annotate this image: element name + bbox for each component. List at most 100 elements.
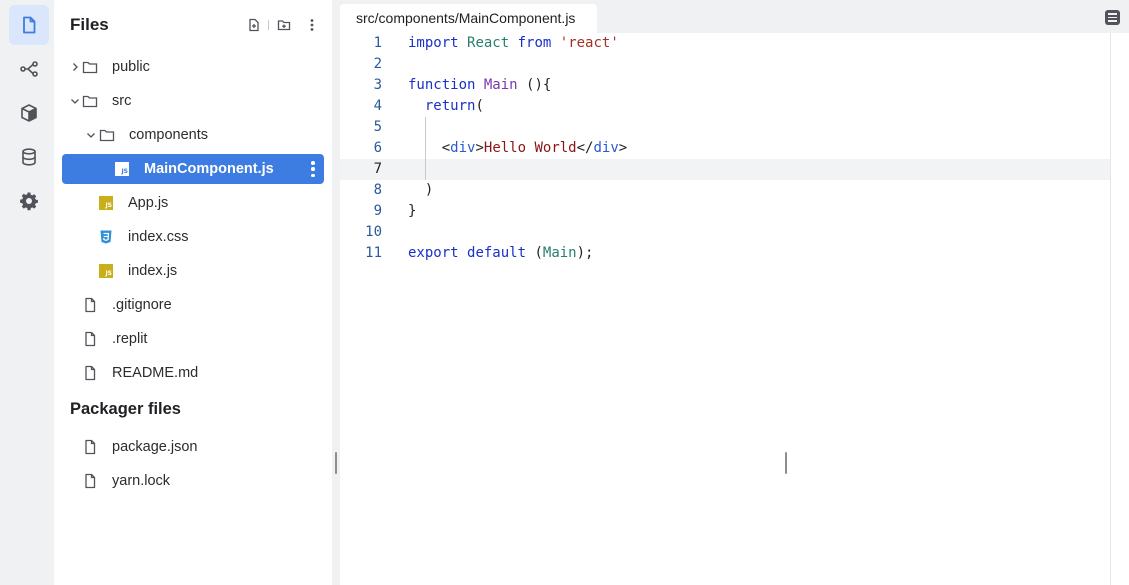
- rail-files-button[interactable]: [9, 5, 49, 45]
- code-token: (: [526, 245, 543, 261]
- activity-rail: [0, 0, 58, 585]
- line-number: 10: [365, 224, 382, 240]
- code-token: React: [467, 35, 510, 51]
- code-line[interactable]: 3 function Main (){: [340, 75, 1110, 96]
- tree-item-label: package.json: [112, 439, 198, 455]
- code-token: </: [576, 140, 594, 156]
- line-number: 11: [365, 245, 382, 261]
- file-icon: [82, 365, 98, 381]
- js-file-icon: JS: [114, 161, 130, 177]
- code-text: export default (Main);: [408, 243, 593, 264]
- tree-item-label: index.js: [128, 263, 178, 279]
- code-token: (){: [517, 77, 552, 93]
- packager-files-title: Packager files: [70, 400, 181, 418]
- line-number: 5: [373, 119, 382, 135]
- new-file-button[interactable]: [246, 17, 262, 33]
- tree-item-components[interactable]: components: [62, 120, 324, 150]
- code-token: Main: [542, 245, 577, 261]
- code-token: Main: [483, 77, 518, 93]
- code-token: <: [441, 140, 451, 156]
- code-line[interactable]: 4 return(: [340, 96, 1110, 117]
- tree-item-yarn-lock[interactable]: yarn.lock: [62, 466, 324, 496]
- code-token: default: [467, 245, 527, 261]
- code-line[interactable]: 10: [340, 222, 1110, 243]
- chevron-down-icon[interactable]: [86, 128, 96, 142]
- chevron-right-icon[interactable]: [70, 60, 80, 74]
- new-folder-button[interactable]: [276, 17, 292, 33]
- tree-item-package-json[interactable]: package.json: [62, 432, 324, 462]
- line-number: 7: [373, 161, 382, 177]
- editor-menu-button[interactable]: [1105, 10, 1120, 25]
- files-menu-button[interactable]: [304, 17, 320, 33]
- editor-tab[interactable]: src/components/MainComponent.js: [340, 4, 597, 33]
- new-file-icon: [249, 18, 259, 32]
- tree-item-readme-md[interactable]: README.md: [62, 358, 324, 388]
- file-icon: [82, 331, 98, 347]
- code-token: Hello World: [483, 140, 577, 156]
- code-line[interactable]: 5: [340, 117, 1110, 138]
- code-token: 'react': [559, 35, 619, 51]
- code-token: export: [408, 245, 459, 261]
- panel-resize-handle[interactable]: [332, 0, 340, 585]
- code-text: <div>Hello World</div>: [408, 138, 627, 159]
- tree-item-label: README.md: [112, 365, 199, 381]
- kebab-menu-icon: [310, 19, 314, 31]
- tree-item-label: .replit: [112, 331, 148, 347]
- tree-item-src[interactable]: src: [62, 86, 324, 116]
- rail-database-button[interactable]: [9, 137, 49, 177]
- line-number: 6: [373, 140, 382, 156]
- version-control-icon: [20, 61, 38, 77]
- chevron-down-icon[interactable]: [70, 94, 80, 108]
- code-line[interactable]: 6 <div>Hello World</div>: [340, 138, 1110, 159]
- tree-item-label: App.js: [128, 195, 169, 211]
- file-icon: [82, 297, 98, 313]
- code-token: from: [517, 35, 552, 51]
- files-title: Files: [70, 15, 109, 34]
- code-line[interactable]: 11 export default (Main);: [340, 243, 1110, 264]
- tree-item-gitignore[interactable]: .gitignore: [62, 290, 324, 320]
- line-number: 4: [373, 98, 382, 114]
- rail-packages-button[interactable]: [9, 93, 49, 133]
- code-area[interactable]: 1 import React from 'react' 2 3 function Mai…: [340, 33, 1110, 585]
- tree-item-replit[interactable]: .replit: [62, 324, 324, 354]
- code-token: >: [618, 140, 628, 156]
- tree-item-label: components: [129, 127, 208, 143]
- resize-grip[interactable]: [335, 452, 337, 474]
- code-line[interactable]: 1 import React from 'react': [340, 33, 1110, 54]
- js-file-icon: JS: [98, 195, 114, 211]
- tree-item-app-js[interactable]: JS App.js: [62, 188, 324, 218]
- right-resize-grip[interactable]: [785, 452, 787, 474]
- folder-icon: [82, 93, 98, 109]
- code-token: >: [475, 140, 484, 156]
- rail-version-control-button[interactable]: [9, 49, 49, 89]
- code-token: ): [424, 182, 434, 198]
- js-file-icon: JS: [98, 263, 114, 279]
- code-line[interactable]: 9}: [340, 201, 1110, 222]
- line-number: 8: [373, 182, 382, 198]
- tree-item-index-js[interactable]: JS index.js: [62, 256, 324, 286]
- code-line[interactable]: 8 ): [340, 180, 1110, 201]
- code-text: function Main (){: [408, 75, 551, 96]
- tree-item-index-css[interactable]: index.css: [62, 222, 324, 252]
- code-token: return: [424, 98, 476, 114]
- rail-settings-button[interactable]: [9, 181, 49, 221]
- code-line[interactable]: 7: [340, 159, 1110, 180]
- code-text: ): [408, 180, 433, 201]
- code-token: div: [450, 140, 476, 156]
- tree-item-label: public: [112, 59, 150, 75]
- tree-item-public[interactable]: public: [62, 52, 324, 82]
- file-options-kebab-icon[interactable]: [310, 161, 316, 177]
- files-header: Files: [54, 0, 332, 50]
- tree-item-label: .gitignore: [112, 297, 172, 313]
- files-panel: Files public src components JS MainCompo…: [54, 0, 332, 585]
- code-text: return(: [408, 96, 484, 117]
- tree-item-maincomponent-js[interactable]: JS MainComponent.js: [62, 154, 324, 184]
- new-folder-icon: [277, 20, 291, 31]
- tree-item-label: yarn.lock: [112, 473, 171, 489]
- editor-scrollbar[interactable]: [1110, 33, 1129, 585]
- code-line[interactable]: 2: [340, 54, 1110, 75]
